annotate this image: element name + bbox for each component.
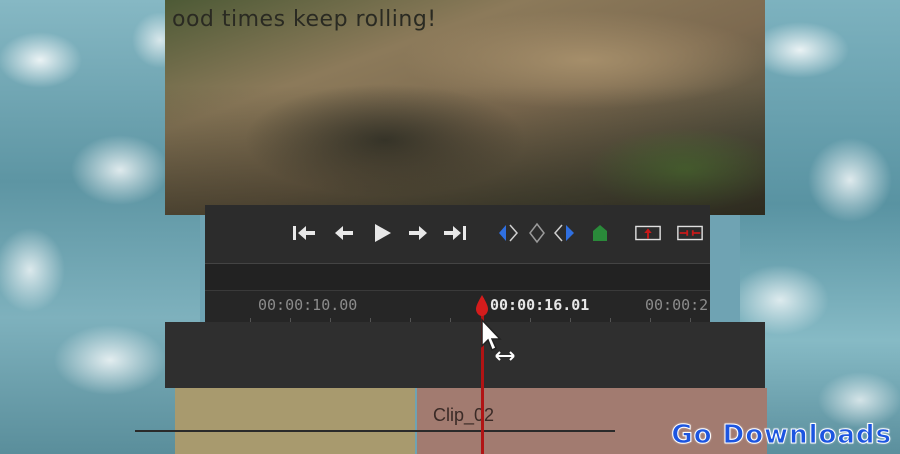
- add-keyframe-button[interactable]: [523, 218, 551, 248]
- playhead-handle-icon[interactable]: [474, 294, 490, 318]
- video-preview: [165, 0, 765, 215]
- timecode-label: 00:00:10.00: [258, 296, 358, 314]
- previous-keyframe-button[interactable]: [494, 218, 522, 248]
- timecode-label: 00:00:2: [645, 296, 709, 314]
- lift-icon: [635, 225, 661, 241]
- keyframe-diamond-icon: [529, 222, 545, 244]
- next-keyframe-icon: [554, 224, 574, 242]
- go-to-end-button[interactable]: [441, 218, 469, 248]
- next-keyframe-button[interactable]: [551, 218, 579, 248]
- timeline-track-area: [165, 322, 765, 388]
- play-icon: [375, 224, 391, 242]
- extract-icon: [677, 225, 703, 241]
- go-downloads-logo: Go Downloads: [671, 420, 892, 451]
- add-marker-button[interactable]: [586, 218, 614, 248]
- mouse-cursor-icon: [481, 318, 515, 361]
- lift-button[interactable]: [634, 218, 662, 248]
- timeline-clip[interactable]: [175, 388, 415, 454]
- clip-label: Clip_02: [433, 405, 495, 425]
- step-back-icon: [335, 226, 353, 240]
- play-button[interactable]: [368, 218, 396, 248]
- timeline-toolbar-strip: [205, 263, 710, 291]
- go-to-start-icon: [293, 226, 315, 240]
- track-divider: [135, 430, 615, 432]
- previous-keyframe-icon: [499, 224, 518, 242]
- step-forward-button[interactable]: [404, 218, 432, 248]
- video-caption-text: ood times keep rolling!: [172, 7, 437, 32]
- go-to-start-button[interactable]: [290, 218, 318, 248]
- step-back-button[interactable]: [330, 218, 358, 248]
- current-timecode-label: 00:00:16.01: [490, 296, 590, 314]
- marker-icon: [593, 225, 607, 241]
- extract-button[interactable]: [676, 218, 704, 248]
- step-forward-icon: [409, 226, 427, 240]
- go-to-end-icon: [444, 226, 466, 240]
